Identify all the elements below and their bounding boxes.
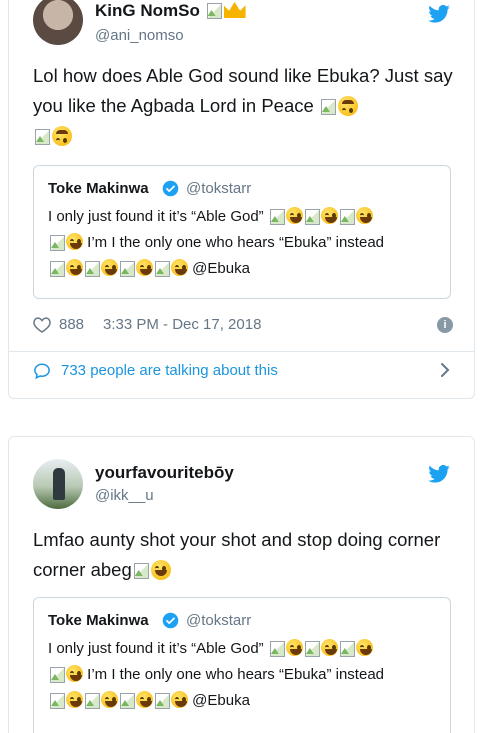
- broken-image-icon: [118, 691, 135, 709]
- laughing-emoji-icon: [136, 259, 153, 276]
- conversation-count-text[interactable]: 733 people are talking about this: [61, 362, 278, 379]
- laughing-emoji-icon: [355, 639, 373, 656]
- broken-image-icon: [303, 639, 320, 657]
- broken-image-icon: [83, 259, 100, 277]
- laughing-emoji-icon: [320, 639, 338, 656]
- tweet-text: Lmfao aunty shot your shot and stop doin…: [33, 525, 454, 585]
- heart-icon[interactable]: [33, 316, 51, 333]
- verified-badge-icon: [162, 612, 179, 629]
- broken-image-icon: [153, 691, 170, 709]
- laughing-emoji-icon: [136, 691, 153, 708]
- mention-link[interactable]: @Ebuka: [192, 260, 250, 277]
- quoted-tweet-text: I only just found it it’s “Able God” I’m…: [48, 636, 440, 714]
- tweet-meta: 888 3:33 PM - Dec 17, 2018 i: [33, 315, 453, 335]
- laughing-emoji-icon: [101, 691, 118, 708]
- laughing-emoji-icon: [66, 665, 83, 682]
- speech-bubble-icon: [34, 363, 50, 380]
- broken-image-icon: [338, 639, 355, 657]
- laughing-emoji-icon: [285, 639, 303, 656]
- laughing-emoji-icon: [66, 691, 83, 708]
- twitter-bird-icon[interactable]: [428, 5, 450, 23]
- author-handle[interactable]: @ani_nomso: [95, 27, 184, 44]
- avatar[interactable]: [33, 0, 83, 45]
- broken-image-icon: [48, 691, 65, 709]
- like-count[interactable]: 888: [59, 316, 84, 333]
- broken-image-icon: [205, 1, 223, 20]
- broken-image-icon: [268, 207, 285, 225]
- broken-image-icon: [48, 259, 65, 277]
- broken-image-icon: [48, 665, 65, 683]
- quoted-author-name: Toke Makinwa: [48, 612, 149, 629]
- info-icon[interactable]: i: [437, 317, 453, 333]
- embedded-tweet-2: yourfavouritebōy @ikk__u Lmfao aunty sho…: [8, 436, 475, 733]
- timestamp[interactable]: 3:33 PM - Dec 17, 2018: [103, 316, 261, 333]
- twitter-bird-icon[interactable]: [428, 465, 450, 483]
- quoted-tweet[interactable]: Toke Makinwa @tokstarr I only just found…: [33, 597, 451, 733]
- broken-image-icon: [319, 97, 337, 116]
- quoted-line-2: I’m I the only one who hears “Ebuka” ins…: [87, 666, 385, 683]
- author-name-text[interactable]: KinG NomSo: [95, 1, 200, 20]
- broken-image-icon: [338, 207, 355, 225]
- laughing-emoji-icon: [355, 207, 373, 224]
- tweet-text-content: Lol how does Able God sound like Ebuka? …: [33, 65, 453, 116]
- chevron-right-icon[interactable]: [439, 361, 451, 379]
- author-name[interactable]: yourfavouritebōy: [95, 463, 234, 483]
- broken-image-icon: [153, 259, 170, 277]
- laughing-emoji-icon: [66, 259, 83, 276]
- tweet-text: Lol how does Able God sound like Ebuka? …: [33, 61, 454, 151]
- quoted-author-name: Toke Makinwa: [48, 180, 149, 197]
- laughing-emoji-icon: [171, 259, 188, 276]
- quoted-tweet[interactable]: Toke Makinwa @tokstarr I only just found…: [33, 165, 451, 299]
- quoted-author-handle: @tokstarr: [186, 612, 252, 629]
- laughing-emoji-icon: [171, 691, 188, 708]
- laughing-emoji-icon: [101, 259, 118, 276]
- broken-image-icon: [118, 259, 135, 277]
- broken-image-icon: [268, 639, 285, 657]
- broken-image-icon: [132, 561, 150, 580]
- tweet-text-content: Lmfao aunty shot your shot and stop doin…: [33, 529, 441, 580]
- laughing-emoji-icon: [66, 233, 83, 250]
- broken-image-icon: [33, 127, 51, 146]
- broken-image-icon: [303, 207, 320, 225]
- broken-image-icon: [48, 233, 65, 251]
- divider: [9, 351, 474, 352]
- upside-down-face-icon: [337, 96, 358, 116]
- upside-down-face-icon: [52, 126, 72, 146]
- laughing-emoji-icon: [320, 207, 338, 224]
- embedded-tweet-1: KinG NomSo @ani_nomso Lol how does Able …: [8, 0, 475, 399]
- verified-badge-icon: [162, 180, 179, 197]
- quoted-author-handle: @tokstarr: [186, 180, 252, 197]
- author-name[interactable]: KinG NomSo: [95, 1, 246, 21]
- quoted-line-1: I only just found it it’s “Able God”: [48, 208, 264, 225]
- laughing-emoji-icon: [150, 560, 171, 580]
- author-handle[interactable]: @ikk__u: [95, 487, 154, 504]
- quoted-line-2: I’m I the only one who hears “Ebuka” ins…: [87, 234, 385, 251]
- mention-link[interactable]: @Ebuka: [192, 692, 250, 709]
- crown-icon: [223, 2, 246, 18]
- conversation-link[interactable]: 733 people are talking about this: [33, 361, 453, 383]
- broken-image-icon: [83, 691, 100, 709]
- laughing-emoji-icon: [285, 207, 303, 224]
- avatar[interactable]: [33, 459, 83, 509]
- quoted-line-1: I only just found it it’s “Able God”: [48, 640, 264, 657]
- quoted-tweet-text: I only just found it it’s “Able God” I’m…: [48, 204, 440, 282]
